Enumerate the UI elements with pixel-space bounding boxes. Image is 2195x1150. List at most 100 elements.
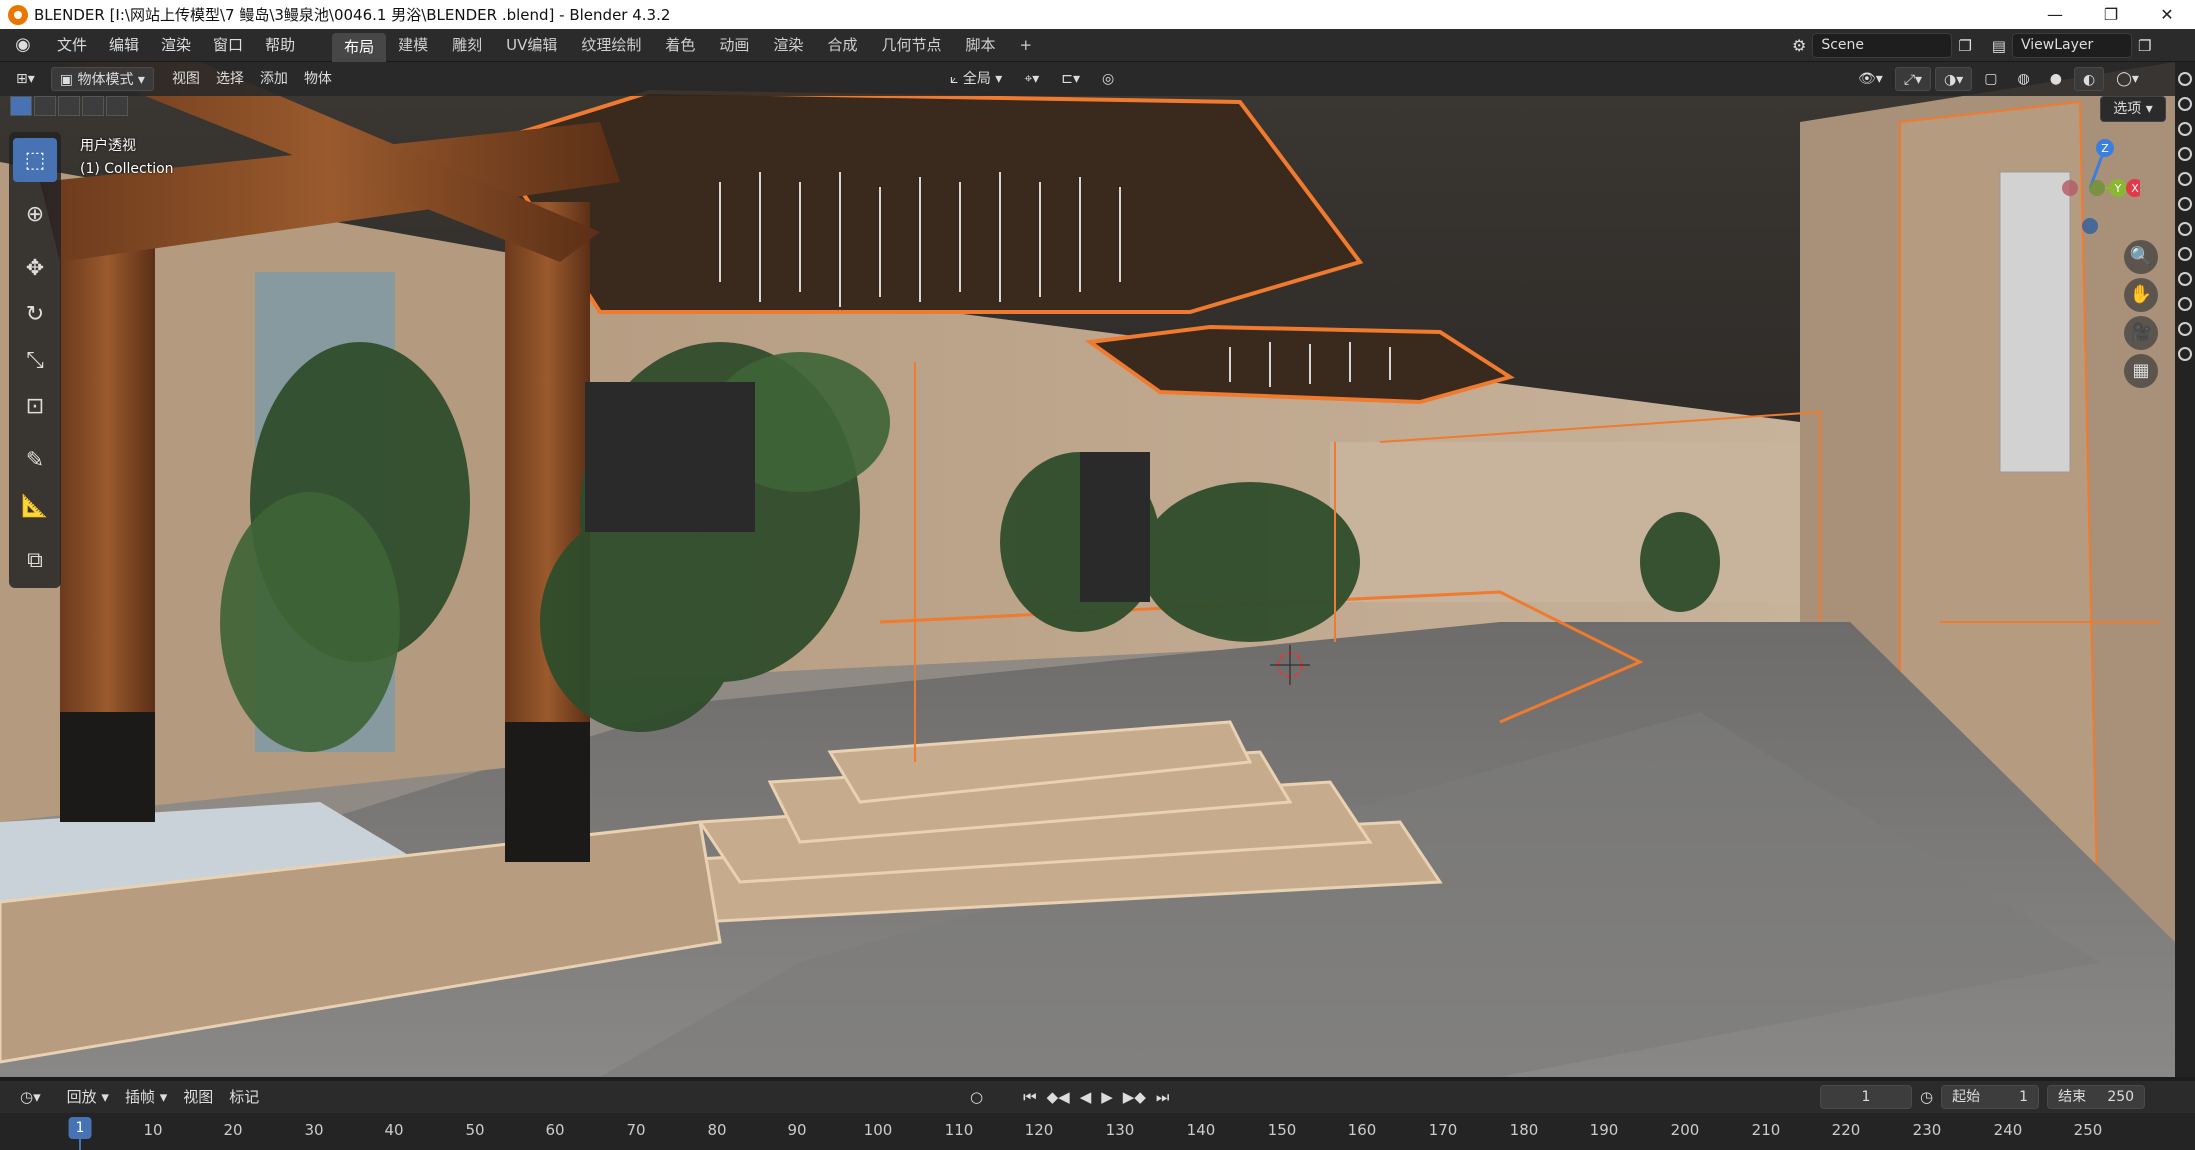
timeline-ruler[interactable]: 1 10 20 30 40 50 60 70 80 90 100 110 120…	[0, 1113, 2195, 1150]
visibility-eye-icon[interactable]	[2178, 197, 2192, 211]
neg-z-handle[interactable]	[2082, 218, 2098, 234]
next-keyframe-icon[interactable]: ▶◆	[1123, 1088, 1146, 1106]
xray-icon[interactable]: ▢	[1976, 67, 2005, 91]
gizmo-toggle-icon[interactable]: ⤢▾	[1894, 67, 1932, 91]
blender-menu-icon[interactable]: ◉	[12, 34, 34, 56]
tab-modeling[interactable]: 建模	[386, 29, 440, 62]
jump-end-icon[interactable]: ⏭	[1156, 1088, 1170, 1106]
tab-uv-editing[interactable]: UV编辑	[494, 29, 569, 62]
select-extend-icon[interactable]	[34, 96, 56, 116]
clock-icon[interactable]: ◷	[1920, 1088, 1933, 1106]
prev-keyframe-icon[interactable]: ◆◀	[1047, 1088, 1070, 1106]
3d-viewport[interactable]	[0, 62, 2175, 1077]
menu-view[interactable]: 视图	[164, 67, 208, 91]
select-invert-icon[interactable]	[82, 96, 104, 116]
visibility-eye-icon[interactable]	[2178, 147, 2192, 161]
maximize-button[interactable]: ❐	[2083, 0, 2139, 29]
neg-y-handle[interactable]	[2089, 180, 2105, 196]
visibility-eye-icon[interactable]	[2178, 222, 2192, 236]
view-layer-icon[interactable]: ▤	[1992, 37, 2006, 55]
visibility-eye-icon[interactable]	[2178, 97, 2192, 111]
auto-keying-icon[interactable]: ○	[970, 1088, 983, 1106]
visibility-eye-icon[interactable]	[2178, 272, 2192, 286]
select-intersect-icon[interactable]	[106, 96, 128, 116]
visibility-eye-icon[interactable]	[2178, 247, 2192, 261]
measure-tool-icon[interactable]: 📐	[13, 484, 57, 528]
mode-selector[interactable]: ▣ 物体模式 ▾	[50, 67, 154, 91]
tab-animation[interactable]: 动画	[707, 29, 761, 62]
timeline-header: ◷▾ 回放 ▾ 插帧 ▾ 视图 标记 ○ ⏮ ◆◀ ◀ ▶ ▶◆ ⏭ 1 ◷ 起…	[0, 1081, 2195, 1113]
start-frame-field[interactable]: 起始 1	[1941, 1085, 2040, 1109]
new-view-layer-icon[interactable]: ❐	[2138, 37, 2151, 55]
annotate-tool-icon[interactable]: ✎	[13, 438, 57, 482]
move-tool-icon[interactable]: ✥	[13, 246, 57, 290]
menu-edit[interactable]: 编辑	[98, 29, 150, 62]
menu-object[interactable]: 物体	[296, 67, 340, 91]
visibility-eye-icon[interactable]	[2178, 122, 2192, 136]
tab-sculpting[interactable]: 雕刻	[440, 29, 494, 62]
navigation-gizmo[interactable]: Z Y X	[2040, 130, 2144, 240]
visibility-eye-icon[interactable]	[2178, 172, 2192, 186]
pan-hand-icon[interactable]: ✋	[2124, 278, 2158, 312]
tab-geometry-nodes[interactable]: 几何节点	[869, 29, 953, 62]
cursor-tool-icon[interactable]: ⊕	[13, 192, 57, 236]
current-frame-field[interactable]: 1	[1820, 1085, 1912, 1109]
new-scene-icon[interactable]: ❐	[1958, 37, 1971, 55]
visibility-icon[interactable]: 👁▾	[1850, 67, 1891, 91]
scene-selector[interactable]: Scene	[1812, 33, 1953, 58]
play-icon[interactable]: ▶	[1101, 1088, 1113, 1106]
menu-render[interactable]: 渲染	[150, 29, 202, 62]
neg-x-handle[interactable]	[2062, 180, 2078, 196]
minimize-button[interactable]: —	[2027, 0, 2083, 29]
view-layer-selector[interactable]: ViewLayer	[2011, 33, 2132, 58]
tab-shading[interactable]: 着色	[653, 29, 707, 62]
visibility-eye-icon[interactable]	[2178, 347, 2192, 361]
overlay-toggle-icon[interactable]: ◑▾	[1935, 67, 1973, 91]
scene-icon[interactable]: ⚙	[1792, 36, 1806, 55]
shading-rendered-icon[interactable]: ◯▾	[2108, 67, 2147, 91]
menu-keying[interactable]: 插帧 ▾	[117, 1085, 175, 1109]
end-frame-field[interactable]: 结束 250	[2047, 1085, 2146, 1109]
tab-scripting[interactable]: 脚本	[953, 29, 1007, 62]
add-cube-tool-icon[interactable]: ⧉	[13, 538, 57, 582]
menu-select[interactable]: 选择	[208, 67, 252, 91]
perspective-toggle-icon[interactable]: ▦	[2124, 354, 2158, 388]
timeline-editor-icon[interactable]: ◷▾	[12, 1085, 49, 1109]
transform-tool-icon[interactable]: ⊡	[13, 384, 57, 428]
options-dropdown[interactable]: 选项 ▾	[2100, 96, 2166, 122]
menu-playback[interactable]: 回放 ▾	[59, 1085, 117, 1109]
menu-marker[interactable]: 标记	[221, 1085, 267, 1109]
menu-add[interactable]: 添加	[252, 67, 296, 91]
jump-start-icon[interactable]: ⏮	[1023, 1088, 1037, 1106]
current-frame-indicator[interactable]: 1	[68, 1117, 92, 1139]
visibility-eye-icon[interactable]	[2178, 72, 2192, 86]
select-new-icon[interactable]	[10, 96, 32, 116]
pivot-point-icon[interactable]: ⌖▾	[1016, 67, 1047, 91]
snap-icon[interactable]: ⊏▾	[1053, 67, 1088, 91]
menu-timeline-view[interactable]: 视图	[175, 1085, 221, 1109]
shading-wireframe-icon[interactable]: ◍	[2010, 67, 2038, 91]
shading-material-icon[interactable]: ◐	[2073, 67, 2105, 91]
tab-compositing[interactable]: 合成	[815, 29, 869, 62]
menu-file[interactable]: 文件	[46, 29, 98, 62]
tab-layout[interactable]: 布局	[332, 32, 387, 62]
menu-window[interactable]: 窗口	[202, 29, 254, 62]
camera-view-icon[interactable]: 🎥	[2124, 316, 2158, 350]
visibility-eye-icon[interactable]	[2178, 297, 2192, 311]
zoom-icon[interactable]: 🔍	[2124, 240, 2158, 274]
visibility-eye-icon[interactable]	[2178, 322, 2192, 336]
tab-rendering[interactable]: 渲染	[761, 29, 815, 62]
transform-orientation-selector[interactable]: ⟀ 全局 ▾	[942, 67, 1010, 91]
tab-texture-paint[interactable]: 纹理绘制	[569, 29, 653, 62]
select-box-icon[interactable]: ⬚	[13, 138, 57, 182]
add-workspace-button[interactable]: +	[1007, 29, 1044, 62]
scale-tool-icon[interactable]: ⤡	[13, 338, 57, 382]
proportional-edit-icon[interactable]: ◎	[1094, 67, 1122, 91]
shading-solid-icon[interactable]: ●	[2042, 67, 2070, 91]
editor-type-button[interactable]: ⊞▾	[8, 67, 43, 91]
close-button[interactable]: ✕	[2139, 0, 2195, 29]
menu-help[interactable]: 帮助	[254, 29, 306, 62]
select-subtract-icon[interactable]	[58, 96, 80, 116]
play-reverse-icon[interactable]: ◀	[1080, 1088, 1092, 1106]
rotate-tool-icon[interactable]: ↻	[13, 292, 57, 336]
